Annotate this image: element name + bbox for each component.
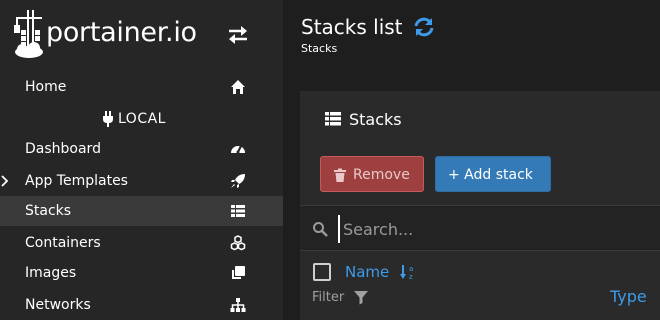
sidebar-item-images[interactable]: Images bbox=[0, 258, 283, 288]
stacks-panel: Stacks Remove + Add stack Name bbox=[300, 91, 660, 320]
th-list-icon bbox=[325, 112, 341, 126]
search-icon bbox=[313, 222, 328, 237]
sidebar-item-app-templates[interactable]: App Templates bbox=[0, 166, 283, 196]
refresh-icon[interactable] bbox=[413, 17, 435, 37]
sidebar-item-label: Images bbox=[25, 265, 77, 281]
sitemap-icon bbox=[230, 298, 246, 312]
sidebar-item-label: Stacks bbox=[25, 203, 72, 219]
sidebar-item-containers[interactable]: Containers bbox=[0, 228, 283, 258]
add-stack-button-label: + Add stack bbox=[448, 167, 533, 183]
breadcrumb[interactable]: Stacks bbox=[301, 42, 337, 56]
plug-icon bbox=[103, 111, 113, 127]
add-stack-button[interactable]: + Add stack bbox=[435, 156, 551, 192]
sidebar-item-label: Home bbox=[25, 79, 67, 95]
main-content: Stacks list Stacks Stacks Remove + Add s… bbox=[283, 0, 660, 320]
brand-logo-text[interactable]: portainer.io bbox=[46, 16, 197, 50]
column-header-name[interactable]: Name bbox=[345, 262, 389, 282]
cubes-icon bbox=[230, 235, 246, 251]
sidebar-item-label: App Templates bbox=[25, 173, 128, 189]
sidebar: portainer.io Home LOCAL Dashboard App Te… bbox=[0, 0, 283, 320]
sidebar-item-home[interactable]: Home bbox=[0, 72, 283, 102]
search-bar bbox=[300, 205, 660, 251]
svg-text:a: a bbox=[409, 265, 413, 273]
page-title: Stacks list bbox=[301, 15, 403, 39]
exchange-arrows-icon[interactable] bbox=[226, 24, 250, 46]
sidebar-item-label: Networks bbox=[25, 297, 91, 313]
svg-text:z: z bbox=[409, 273, 413, 280]
chevron-right-icon[interactable] bbox=[0, 173, 10, 189]
select-all-checkbox[interactable] bbox=[313, 263, 331, 281]
remove-button[interactable]: Remove bbox=[320, 156, 424, 192]
sort-alpha-icon[interactable]: a z bbox=[400, 264, 416, 280]
tachometer-icon bbox=[231, 145, 245, 154]
sidebar-item-dashboard[interactable]: Dashboard bbox=[0, 134, 283, 164]
panel-title: Stacks bbox=[349, 110, 402, 129]
panel-header: Stacks bbox=[300, 91, 660, 147]
brand-header: portainer.io bbox=[0, 0, 283, 66]
column-header-type[interactable]: Type bbox=[610, 287, 647, 307]
sidebar-item-label: Dashboard bbox=[25, 141, 101, 157]
sidebar-item-label: Containers bbox=[25, 235, 101, 251]
home-icon bbox=[231, 80, 245, 94]
trash-icon bbox=[334, 168, 346, 182]
sidebar-item-stacks[interactable]: Stacks bbox=[0, 196, 283, 226]
clone-icon bbox=[232, 266, 245, 279]
sidebar-endpoint-local: LOCAL bbox=[0, 106, 283, 132]
remove-button-label: Remove bbox=[353, 167, 410, 183]
search-input[interactable] bbox=[338, 215, 648, 243]
sidebar-item-networks[interactable]: Networks bbox=[0, 290, 283, 320]
filter-label[interactable]: Filter bbox=[312, 290, 344, 306]
endpoint-label: LOCAL bbox=[118, 111, 166, 127]
rocket-icon bbox=[231, 174, 245, 188]
table-header: Name a z Filter Type bbox=[300, 252, 660, 320]
th-list-icon bbox=[231, 205, 245, 217]
portainer-logo-icon[interactable] bbox=[12, 8, 46, 60]
filter-icon[interactable] bbox=[353, 289, 369, 305]
